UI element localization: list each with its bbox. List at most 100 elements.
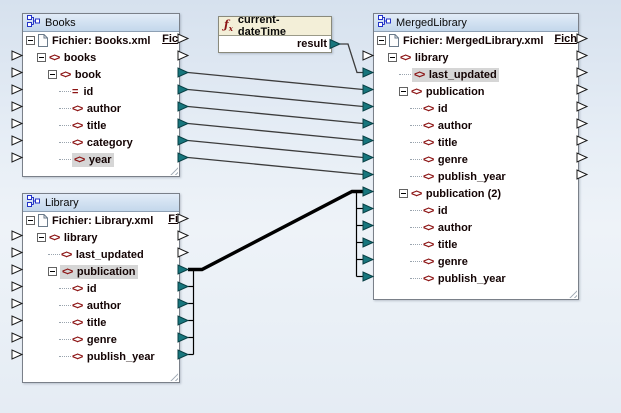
books-author-input-connector[interactable] (12, 102, 22, 111)
expand-toggle-icon[interactable] (37, 233, 46, 242)
tree-node-library[interactable]: <>library (374, 49, 578, 66)
merged-publish_year-input-connector[interactable] (363, 272, 373, 281)
tree-node-title[interactable]: <>title (374, 134, 578, 151)
library-genre-input-connector[interactable] (12, 333, 22, 342)
wire-books-2[interactable] (188, 107, 363, 124)
tree-node-publication[interactable]: <>publication (374, 83, 578, 100)
books-category-input-connector[interactable] (12, 136, 22, 145)
library-publish_year-input-connector[interactable] (12, 350, 22, 359)
library-library-input-connector[interactable] (12, 231, 22, 240)
tree-node-library[interactable]: <>library (23, 229, 179, 246)
tree-node-category[interactable]: <>category (23, 134, 179, 151)
tree-node-author[interactable]: <>author (23, 100, 179, 117)
resize-grip[interactable] (569, 290, 577, 298)
tree-node-year[interactable]: <>year (23, 151, 179, 168)
function-header[interactable]: ƒx current-dateTime (219, 17, 331, 36)
expand-toggle-icon[interactable] (399, 87, 408, 96)
xml-element-icon: <> (423, 137, 433, 149)
component-mergedlibrary-titlebar[interactable]: MergedLibrary (374, 14, 578, 32)
tree-node-author[interactable]: <>author (374, 219, 578, 236)
books-year-input-connector[interactable] (12, 153, 22, 162)
merged-title-input-connector[interactable] (363, 238, 373, 247)
tree-node-author[interactable]: <>author (23, 297, 179, 314)
tree-node-fichier-mergedlibrary-xml[interactable]: Fichier: MergedLibrary.xmlFich (374, 32, 578, 49)
expand-toggle-icon[interactable] (388, 53, 397, 62)
merged-publication-2--input-connector[interactable] (363, 187, 373, 196)
resize-grip[interactable] (170, 373, 178, 381)
expand-toggle-icon[interactable] (26, 216, 35, 225)
fichier-link[interactable]: Fic (160, 33, 178, 45)
tree-node-title[interactable]: <>title (23, 314, 179, 331)
component-library-titlebar[interactable]: Library (23, 194, 179, 212)
component-mergedlibrary[interactable]: MergedLibrary Fichier: MergedLibrary.xml… (373, 13, 579, 300)
wire-books-4[interactable] (188, 141, 363, 158)
merged-title-input-connector[interactable] (363, 136, 373, 145)
function-current-datetime[interactable]: ƒx current-dateTime result (218, 16, 332, 53)
tree-node-id[interactable]: <>id (374, 100, 578, 117)
component-books-titlebar[interactable]: Books (23, 14, 179, 32)
tree-node-id[interactable]: <>id (374, 202, 578, 219)
tree-node-title[interactable]: <>title (374, 236, 578, 253)
merged-author-input-connector[interactable] (363, 119, 373, 128)
fichier-link[interactable]: Fi (166, 213, 178, 225)
resize-grip[interactable] (170, 167, 178, 175)
node: <>id (423, 205, 448, 217)
expand-toggle-icon[interactable] (48, 267, 57, 276)
books-title-input-connector[interactable] (12, 119, 22, 128)
wire-books-3[interactable] (188, 124, 363, 141)
tree-node-publish_year[interactable]: <>publish_year (374, 168, 578, 185)
merged-last_updated-input-connector[interactable] (363, 68, 373, 77)
merged-publication-input-connector[interactable] (363, 85, 373, 94)
tree-node-book[interactable]: <>book (23, 66, 179, 83)
tree-node-author[interactable]: <>author (374, 117, 578, 134)
merged-author-input-connector[interactable] (363, 221, 373, 230)
tree-node-genre[interactable]: <>genre (374, 253, 578, 270)
expand-toggle-icon[interactable] (26, 36, 35, 45)
wire-books-5[interactable] (188, 158, 363, 175)
wire-copy-all-publication[interactable] (188, 192, 363, 270)
library-author-input-connector[interactable] (12, 299, 22, 308)
tree-node-last_updated[interactable]: <>last_updated (23, 246, 179, 263)
tree-node-genre[interactable]: <>genre (23, 331, 179, 348)
wire-books-0[interactable] (188, 73, 363, 90)
xml-element-icon: <> (72, 103, 82, 115)
tree-node-last_updated[interactable]: <>last_updated (374, 66, 578, 83)
merged-publish_year-input-connector[interactable] (363, 170, 373, 179)
tree-node-id[interactable]: =id (23, 83, 179, 100)
component-books[interactable]: Books Fichier: Books.xmlFic<>books<>book… (22, 13, 180, 177)
tree-node-id[interactable]: <>id (23, 280, 179, 297)
tree-node-title[interactable]: <>title (23, 117, 179, 134)
merged-genre-input-connector[interactable] (363, 255, 373, 264)
wire-result-to-last-updated[interactable] (340, 44, 363, 73)
tree-node-publish_year[interactable]: <>publish_year (23, 348, 179, 365)
books-id-input-connector[interactable] (12, 85, 22, 94)
expand-toggle-icon[interactable] (377, 36, 386, 45)
tree-node-fichier-books-xml[interactable]: Fichier: Books.xmlFic (23, 32, 179, 49)
library-id-input-connector[interactable] (12, 282, 22, 291)
node-label: id (438, 103, 448, 115)
tree-node-publish_year[interactable]: <>publish_year (374, 270, 578, 287)
tree-node-genre[interactable]: <>genre (374, 151, 578, 168)
merged-library-input-connector[interactable] (363, 51, 373, 60)
node: <>id (72, 283, 97, 295)
tree-node-books[interactable]: <>books (23, 49, 179, 66)
library-publication-input-connector[interactable] (12, 265, 22, 274)
wire-books-1[interactable] (188, 90, 363, 107)
tree-node-publication[interactable]: <>publication (23, 263, 179, 280)
fichier-link[interactable]: Fich (552, 33, 577, 45)
merged-genre-input-connector[interactable] (363, 153, 373, 162)
tree-node-publication-2-[interactable]: <>publication (2) (374, 185, 578, 202)
node: Fichier: Library.xml (38, 214, 153, 227)
tree-leader-line (410, 108, 422, 109)
expand-toggle-icon[interactable] (48, 70, 57, 79)
expand-toggle-icon[interactable] (37, 53, 46, 62)
expand-toggle-icon[interactable] (399, 189, 408, 198)
tree-node-fichier-library-xml[interactable]: Fichier: Library.xml Fi (23, 212, 179, 229)
merged-id-input-connector[interactable] (363, 102, 373, 111)
library-title-input-connector[interactable] (12, 316, 22, 325)
library-last_updated-input-connector[interactable] (12, 248, 22, 257)
books-book-input-connector[interactable] (12, 68, 22, 77)
merged-id-input-connector[interactable] (363, 204, 373, 213)
component-library[interactable]: Library Fichier: Library.xmlFi<>library<… (22, 193, 180, 383)
books-books-input-connector[interactable] (12, 51, 22, 60)
